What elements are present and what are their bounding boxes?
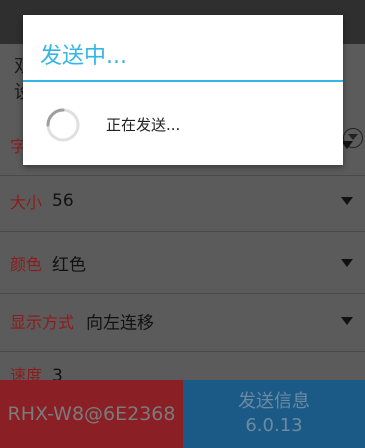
chevron-down-icon <box>341 196 353 205</box>
size-label: 大小 <box>10 192 43 212</box>
display-mode-row[interactable]: 显示方式 向左连移 <box>0 290 365 352</box>
version-label: 6.0.13 <box>245 415 303 436</box>
send-label: 发送信息 <box>238 391 310 412</box>
dialog-divider <box>23 80 343 82</box>
size-row[interactable]: 大小 56 <box>0 170 365 232</box>
device-label: RHX-W8@6E2368 <box>7 403 176 425</box>
color-label: 颜色 <box>10 254 43 274</box>
display-mode-value: 向左连移 <box>86 313 154 333</box>
size-value: 56 <box>52 190 74 211</box>
dialog-message: 正在发送... <box>106 116 181 134</box>
chevron-down-icon <box>341 316 353 325</box>
display-mode-label: 显示方式 <box>10 312 75 332</box>
send-button[interactable]: 发送信息 6.0.13 <box>183 380 365 448</box>
color-row[interactable]: 颜色 红色 <box>0 232 365 294</box>
spinner-icon <box>46 108 80 142</box>
dialog-title: 发送中... <box>40 44 127 69</box>
device-button[interactable]: RHX-W8@6E2368 <box>0 380 183 448</box>
sending-dialog: 发送中... 正在发送... <box>23 15 343 165</box>
chevron-down-icon <box>341 258 353 267</box>
color-value: 红色 <box>52 255 86 275</box>
